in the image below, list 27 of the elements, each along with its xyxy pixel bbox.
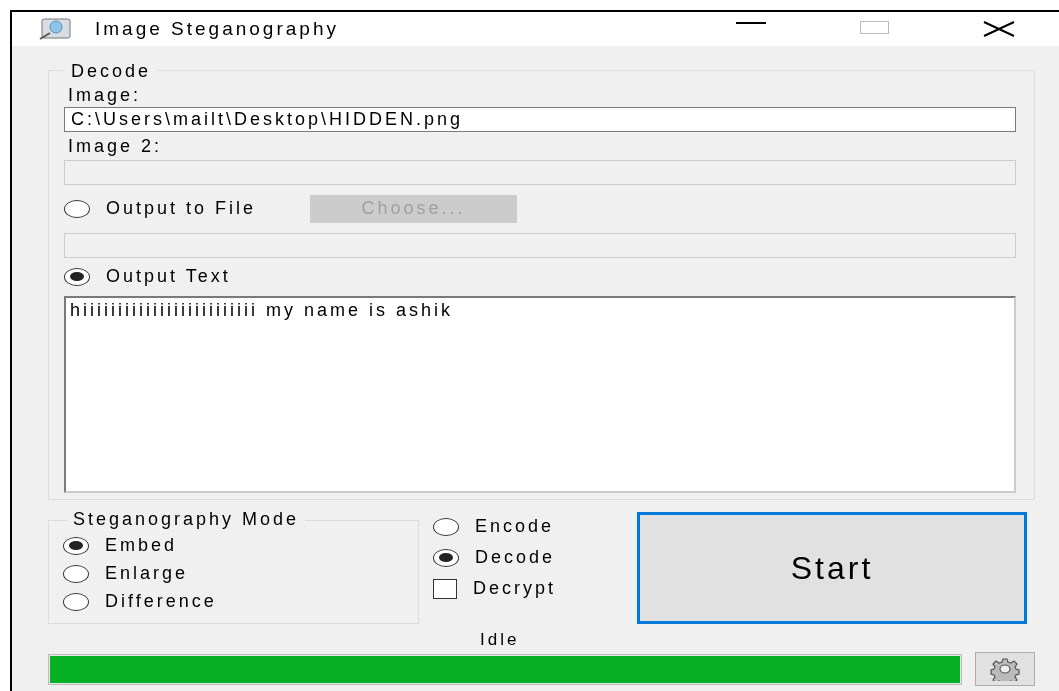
radio-label[interactable]: Decode [475, 547, 556, 568]
radio-button[interactable] [63, 536, 89, 555]
radio-label[interactable]: Output to File [106, 198, 257, 220]
settings-button[interactable] [975, 652, 1035, 686]
group-title: Steganography Mode [67, 509, 306, 530]
output-text-area[interactable]: hiiiiiiiiiiiiiiiiiiiiiiiii my name is ashik [64, 295, 1016, 493]
radio-button[interactable] [63, 592, 89, 611]
checkbox[interactable] [433, 578, 457, 599]
status-text: Idle [480, 629, 520, 651]
field-label: Image 2: [68, 134, 164, 158]
radio-label[interactable]: Difference [105, 591, 217, 612]
radio-button[interactable] [63, 564, 89, 583]
window-title: Image Steganography [95, 18, 339, 40]
radio-button[interactable] [64, 267, 90, 286]
app-icon [38, 17, 74, 41]
radio-label[interactable]: Embed [105, 535, 178, 556]
radio-label[interactable]: Output Text [106, 266, 231, 288]
radio-button[interactable] [433, 548, 459, 567]
settings-icon [988, 657, 1022, 681]
radio-label[interactable]: Enlarge [105, 563, 189, 584]
radio-button[interactable] [433, 517, 459, 536]
start-button[interactable]: Start [637, 512, 1027, 624]
input-field[interactable]: C:\Users\mailt\Desktop\HIDDEN.png [64, 107, 1016, 132]
radio-button[interactable] [64, 199, 90, 218]
checkbox-label[interactable]: Decrypt [473, 578, 556, 599]
radio-label[interactable]: Encode [475, 516, 555, 537]
field-label: Image: [68, 84, 143, 107]
